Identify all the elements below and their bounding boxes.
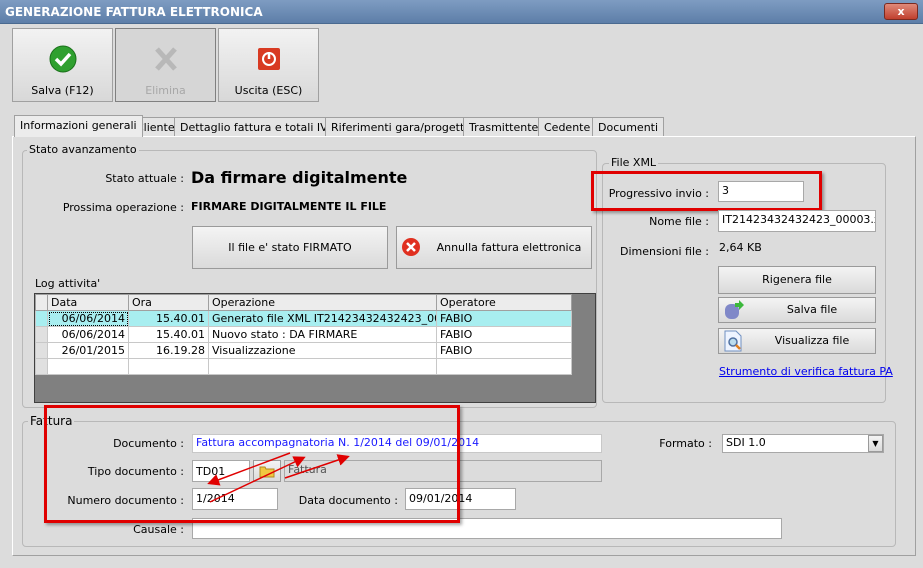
annotation-arrows [207,452,350,503]
arrow-to-documento-data [284,454,350,479]
arrow-to-tipo [207,452,291,486]
arrow-to-documento-numero [209,456,306,503]
tab-informazioni-generali[interactable]: Informazioni generali [14,115,143,137]
